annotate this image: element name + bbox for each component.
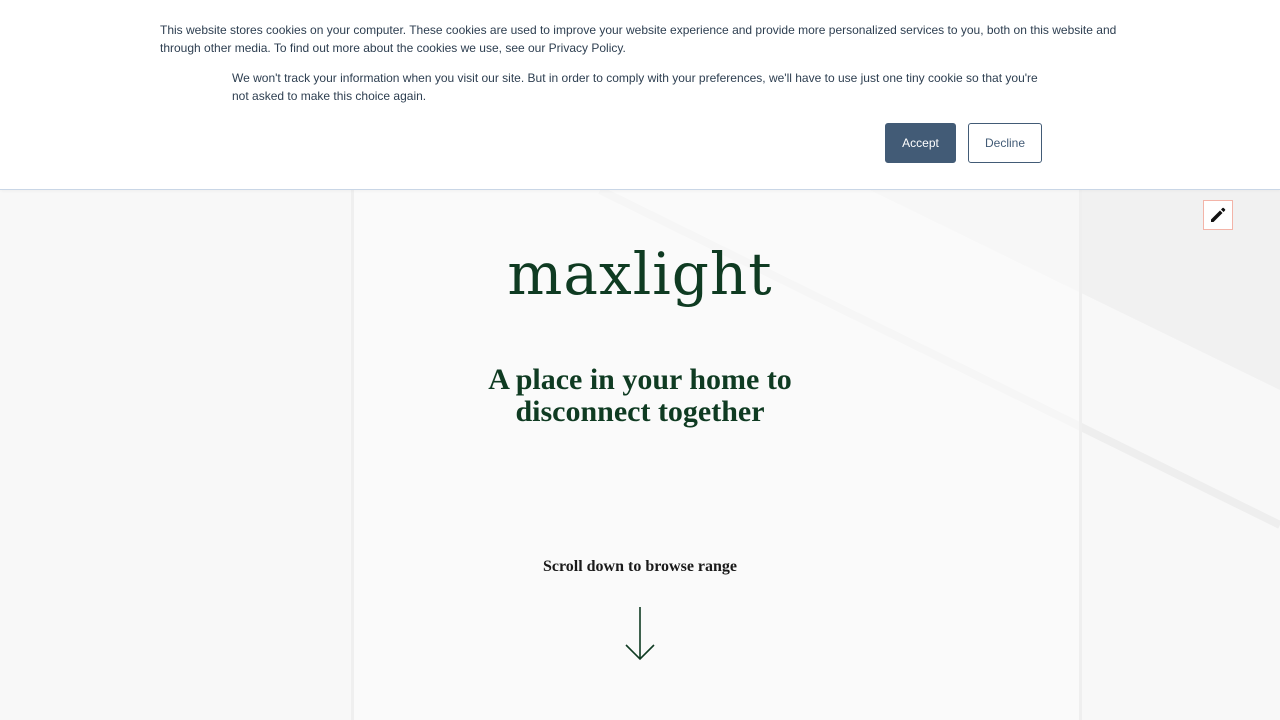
brand-logo[interactable]: maxlight: [440, 240, 840, 308]
arrow-down-icon[interactable]: [622, 605, 658, 663]
cookie-banner: This website stores cookies on your comp…: [0, 0, 1280, 190]
page: This website stores cookies on your comp…: [0, 0, 1280, 720]
edit-button[interactable]: [1203, 200, 1233, 230]
accept-button[interactable]: Accept: [885, 123, 956, 163]
pencil-icon: [1211, 207, 1226, 222]
cookie-message: This website stores cookies on your comp…: [160, 23, 1117, 55]
cookie-decline-notice: We won't track your information when you…: [232, 71, 1038, 103]
hero-tagline: A place in your home to disconnect toget…: [488, 363, 792, 428]
decline-button[interactable]: Decline: [968, 123, 1042, 163]
scroll-hint: Scroll down to browse range: [542, 558, 738, 575]
